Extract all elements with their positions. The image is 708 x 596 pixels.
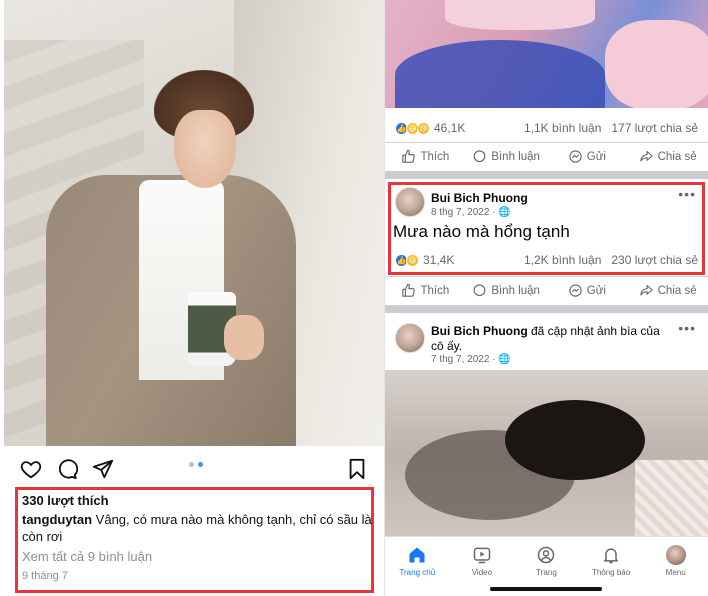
home-indicator[interactable] [490,587,602,591]
share-arrow-icon [639,150,653,162]
like-label: Thích [420,150,450,163]
share-label: Chia sẻ [657,284,697,297]
globe-icon: 🌐 [498,207,511,218]
post1-stats: 1,2K bình luận 230 lượt chia sẻ [524,253,698,269]
send-label: Gửi [586,150,606,163]
facebook-feed: 👍 😆 😢 46,1K 1,1K bình luận 177 lượt chia… [385,0,708,596]
send-label: Gửi [586,284,606,297]
author-avatar[interactable] [395,187,425,217]
thumbs-up-icon [402,283,416,297]
messenger-icon [569,284,582,297]
top-post-action-bar: Thích Bình luận Gửi Chia sẻ [385,142,708,170]
more-options-icon[interactable]: ••• [678,320,696,336]
feed-separator [385,305,708,313]
globe-icon: 🌐 [498,354,511,365]
post-date: 7 thg 7, 2022 · 🌐 [431,354,511,365]
share-count[interactable]: 177 lượt chia sẻ [611,121,698,137]
reaction-count: 31,4K [423,253,455,267]
post1-action-bar: Thích Bình luận Gửi Chia sẻ [385,276,708,304]
carousel-dot [189,462,194,467]
messenger-icon [569,150,582,163]
sad-reaction-icon: 😢 [417,121,430,135]
carousel-dot-active [198,462,203,467]
top-post-reactions[interactable]: 👍 😆 😢 46,1K [395,120,465,136]
comment-button[interactable]: Bình luận [466,149,547,164]
nav-menu[interactable]: Menu [643,537,708,596]
comment-count[interactable]: 1,2K bình luận [524,253,601,269]
more-options-icon[interactable]: ••• [678,186,696,202]
send-button[interactable]: Gửi [547,283,628,298]
like-label: Thích [420,284,450,297]
author-name[interactable]: Bui Bich Phuong [431,324,528,338]
person-hand [224,315,264,360]
share-count[interactable]: 230 lượt chia sẻ [611,253,698,269]
nav-home-label: Trang chủ [399,568,436,577]
feed-post-cover-update: Bui Bich Phuong đã cập nhật ảnh bìa của … [385,318,708,368]
nav-profile-label: Trang [536,568,557,577]
feed-separator [385,171,708,179]
nav-notifications-label: Thông báo [591,568,631,577]
bookmark-icon[interactable] [344,456,370,482]
caption-highlight-box: 330 lượt thích tangduytan Vâng, có mưa n… [15,487,374,593]
like-button[interactable]: Thích [385,283,466,298]
cover-photo-image[interactable] [385,370,708,536]
author-name[interactable]: Bui Bich Phuong [431,191,528,205]
home-icon [409,547,425,563]
person-face [174,110,236,188]
image-shape [635,460,708,536]
post-photo[interactable] [4,0,384,446]
profile-icon [538,546,555,564]
reaction-count: 46,1K [434,121,466,135]
view-comments-link[interactable]: Xem tất cả 9 bình luận [22,549,367,567]
comment-label: Bình luận [491,150,540,163]
likes-count[interactable]: 330 lượt thích [22,493,367,511]
comment-icon[interactable] [54,456,80,482]
nav-menu-label: Menu [665,568,686,577]
post-date: 8 thg 7, 2022 · 🌐 [431,207,511,218]
send-button[interactable]: Gửi [547,149,628,164]
nav-home[interactable]: Trang chủ [385,537,450,596]
haha-reaction-icon: 😆 [406,253,419,267]
instagram-post: 330 lượt thích tangduytan Vâng, có mưa n… [0,0,384,596]
image-shape [505,400,645,480]
post-header-text: Bui Bich Phuong đã cập nhật ảnh bìa của … [431,324,661,354]
share-button[interactable]: Chia sẻ [627,283,708,298]
video-icon [473,547,491,564]
menu-avatar-icon [665,545,686,565]
top-post-image[interactable] [385,0,708,108]
like-button[interactable]: Thích [385,149,466,164]
post-date-text: 8 thg 7, 2022 · [431,207,496,218]
share-label: Chia sẻ [657,150,697,163]
post1-reactions[interactable]: 👍 😆 31,4K [395,252,454,268]
carousel-indicator [189,462,203,467]
post-caption: tangduytan Vâng, có mưa nào mà không tạn… [22,511,372,545]
comment-bubble-icon [473,150,486,163]
image-shape [445,0,595,30]
post-date: 9 tháng 7 [22,570,68,582]
post-date-text: 7 thg 7, 2022 · [431,354,496,365]
heart-icon[interactable] [18,456,44,482]
comment-button[interactable]: Bình luận [466,283,547,298]
comment-label: Bình luận [491,284,540,297]
share-button[interactable]: Chia sẻ [627,149,708,164]
author-avatar[interactable] [395,323,425,353]
nav-video-label: Video [471,568,493,577]
comment-count[interactable]: 1,1K bình luận [524,121,601,137]
top-post-stats: 1,1K bình luận 177 lượt chia sẻ [524,121,698,137]
post-actions-bar [4,446,384,490]
image-shape [395,40,605,108]
share-arrow-icon [639,284,653,296]
caption-username[interactable]: tangduytan [22,512,92,527]
thumbs-up-icon [402,149,416,163]
share-icon[interactable] [90,456,116,482]
bell-icon [604,548,619,564]
post-text: Mưa nào mà hổng tạnh [393,222,570,241]
image-shape [605,20,708,108]
comment-bubble-icon [473,284,486,297]
